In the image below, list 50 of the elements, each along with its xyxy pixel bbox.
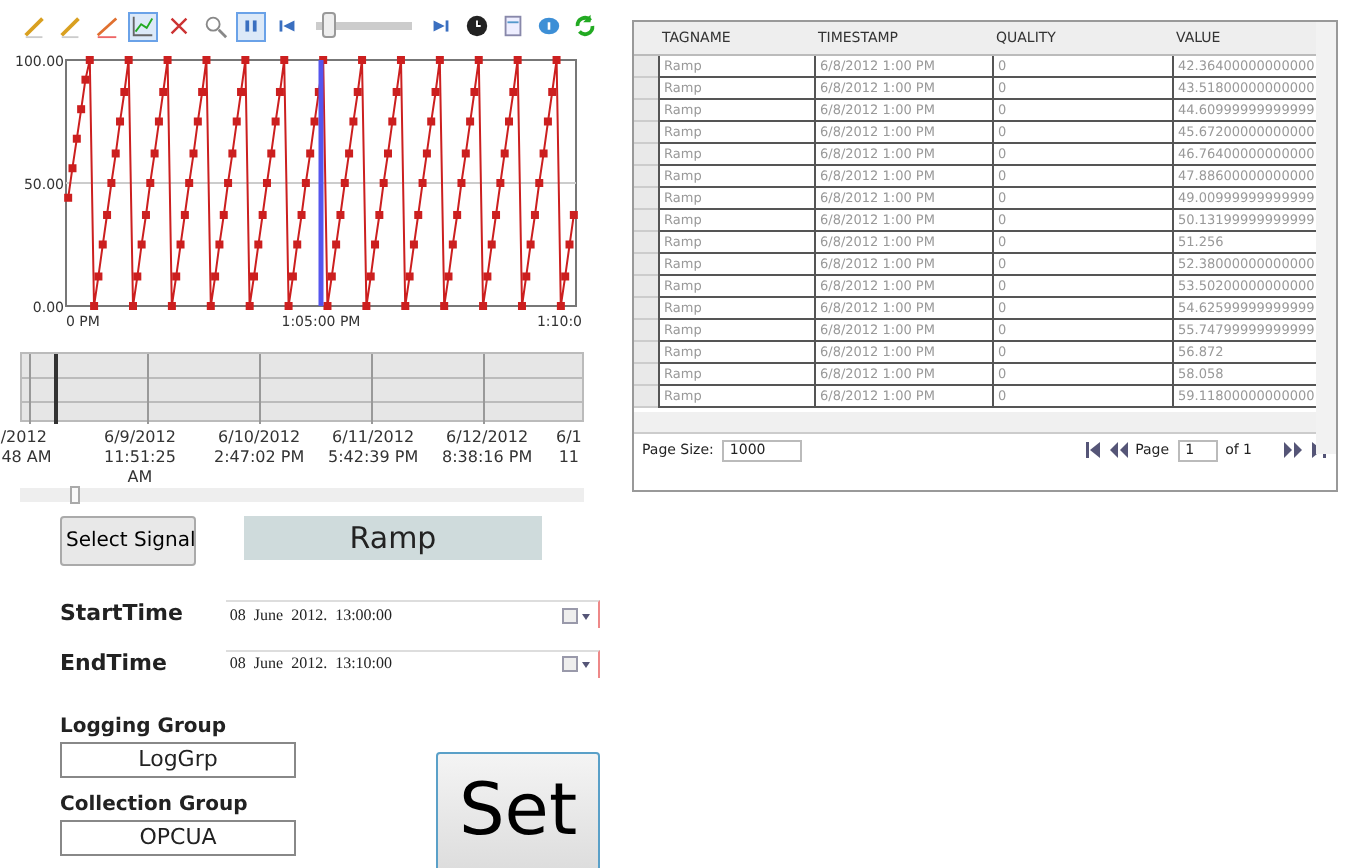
calendar-icon[interactable] xyxy=(562,603,590,628)
text-field[interactable]: OPCUA xyxy=(60,820,296,856)
text-field[interactable]: LogGrp xyxy=(60,742,296,778)
slider-thumb[interactable] xyxy=(321,12,336,38)
row-header[interactable] xyxy=(634,144,658,166)
row-header[interactable] xyxy=(634,342,658,364)
chart-icon[interactable] xyxy=(128,11,158,41)
date-label: 6/10/2012 2:47:02 PM xyxy=(214,428,305,468)
vertical-scrollbar[interactable] xyxy=(1316,22,1336,454)
field-label: Logging Group xyxy=(60,714,229,742)
date-time-field[interactable]: 08 June 2012. 13:00:00 xyxy=(225,600,600,629)
search-icon[interactable] xyxy=(200,11,230,41)
scrollbar[interactable] xyxy=(20,488,584,502)
select-signal-button[interactable]: Select Signal xyxy=(60,516,196,566)
date-label: /2012 :48 AM xyxy=(0,428,52,468)
row-header[interactable] xyxy=(634,166,658,188)
set-button[interactable]: Set xyxy=(436,752,600,868)
field-label: StartTime xyxy=(60,598,185,630)
row-header[interactable] xyxy=(634,364,658,386)
signal-name-display: Ramp xyxy=(244,516,542,560)
previous-page-icon[interactable] xyxy=(1109,439,1128,461)
clock-icon[interactable] xyxy=(462,11,492,41)
row-header[interactable] xyxy=(634,210,658,232)
calendar-icon[interactable] xyxy=(562,652,590,677)
pause-icon[interactable] xyxy=(236,11,266,41)
horizontal-scrollbar[interactable] xyxy=(634,412,1318,432)
refresh-icon[interactable] xyxy=(570,11,600,41)
last-page-icon[interactable] xyxy=(1310,439,1328,461)
date-label: 6/12/2012 8:38:16 PM xyxy=(442,428,533,468)
date-label: 6/1 11 xyxy=(556,428,582,468)
row-header[interactable] xyxy=(634,276,658,298)
row-header[interactable] xyxy=(634,320,658,342)
date-time-field[interactable]: 08 June 2012. 13:10:00 xyxy=(225,649,600,678)
field-label: Collection Group xyxy=(60,792,250,820)
field-label: EndTime xyxy=(60,647,169,679)
scroll-thumb[interactable] xyxy=(70,486,80,504)
row-header[interactable] xyxy=(634,298,658,320)
row-header[interactable] xyxy=(634,122,658,144)
row-header[interactable] xyxy=(634,100,658,122)
date-label: 6/9/2012 11:51:25 AM xyxy=(104,428,176,488)
row-header[interactable] xyxy=(634,232,658,254)
header-corner[interactable] xyxy=(634,22,658,56)
row-header[interactable] xyxy=(634,78,658,100)
next-page-icon[interactable] xyxy=(1284,439,1302,461)
row-header[interactable] xyxy=(634,188,658,210)
row-header[interactable] xyxy=(634,56,658,78)
first-page-icon[interactable] xyxy=(1083,439,1102,461)
row-header[interactable] xyxy=(634,254,658,276)
date-label: 6/11/2012 5:42:39 PM xyxy=(328,428,419,468)
row-header[interactable] xyxy=(634,386,658,408)
